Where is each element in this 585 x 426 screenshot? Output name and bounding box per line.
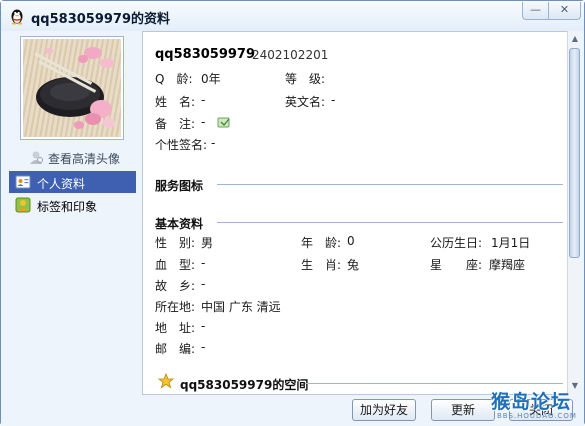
avatar[interactable] bbox=[23, 39, 121, 137]
close-icon: ✕ bbox=[559, 3, 570, 16]
close-window-button[interactable]: ✕ bbox=[548, 2, 581, 20]
sidebar-item-personal-info[interactable]: 个人资料 bbox=[9, 171, 136, 193]
location-label: 所在地: bbox=[155, 300, 196, 314]
vertical-scrollbar[interactable]: ▲ ▼ bbox=[567, 31, 581, 395]
signature-label: 个性签名: bbox=[155, 138, 208, 152]
gender-label: 性 别: bbox=[155, 236, 196, 250]
postcode-value: - bbox=[201, 340, 206, 354]
sidebar-item-label: 个人资料 bbox=[37, 177, 86, 191]
name-label: 姓 名: bbox=[155, 95, 196, 109]
constellation-value: 摩羯座 bbox=[489, 258, 526, 272]
birthday-label: 公历生日: bbox=[430, 236, 483, 250]
q-age-value: 0年 bbox=[201, 72, 221, 86]
sidebar-item-label: 标签和印象 bbox=[37, 200, 98, 214]
birthday-value: 1月1日 bbox=[491, 236, 531, 250]
star-icon bbox=[158, 373, 174, 389]
hometown-value: - bbox=[201, 277, 206, 291]
sidebar: 查看高清头像 个人资料 标签和印象 bbox=[6, 31, 139, 395]
refresh-button[interactable]: 更新 bbox=[431, 399, 495, 421]
watermark-text: 猴岛论坛 bbox=[491, 391, 572, 413]
section-divider bbox=[305, 383, 563, 384]
signature-value: - bbox=[211, 136, 216, 150]
minimize-button[interactable]: — bbox=[522, 2, 549, 20]
english-name-label: 英文名: bbox=[285, 95, 326, 109]
hd-avatar-icon bbox=[30, 151, 43, 164]
gender-value: 男 bbox=[201, 236, 214, 250]
blood-type-label: 血 型: bbox=[155, 258, 196, 272]
blood-type-value: - bbox=[201, 256, 206, 270]
sidebar-item-tags-impressions[interactable]: 标签和印象 bbox=[9, 194, 136, 216]
address-value: - bbox=[201, 319, 206, 333]
remark-label: 备 注: bbox=[155, 117, 196, 131]
section-space-link[interactable]: qq583059979的空间 bbox=[180, 376, 308, 393]
address-label: 地 址: bbox=[155, 321, 196, 335]
remark-value: - bbox=[201, 115, 206, 129]
english-name-value: - bbox=[331, 93, 336, 107]
postcode-label: 邮 编: bbox=[155, 342, 196, 356]
section-basic-info: 基本资料 bbox=[155, 217, 204, 231]
nickname: qq583059979 bbox=[155, 47, 256, 62]
scroll-up-icon[interactable]: ▲ bbox=[569, 33, 581, 45]
add-friend-button[interactable]: 加为好友 bbox=[352, 399, 416, 421]
location-value: 中国 广东 清远 bbox=[201, 300, 281, 314]
edit-remark-icon[interactable] bbox=[217, 117, 231, 129]
age-label: 年 龄: bbox=[301, 236, 342, 250]
zodiac-label: 生 肖: bbox=[301, 258, 342, 272]
title-bar[interactable]: qq583059979的资料 — ✕ bbox=[1, 1, 584, 31]
hometown-label: 故 乡: bbox=[155, 279, 196, 293]
scrollbar-thumb[interactable] bbox=[569, 48, 580, 258]
profile-content[interactable]: qq583059979 2402102201 Q 龄: 0年 等 级: 姓 名:… bbox=[142, 31, 580, 395]
section-divider bbox=[217, 222, 563, 223]
level-label: 等 级: bbox=[285, 72, 326, 86]
qq-number: 2402102201 bbox=[252, 48, 329, 62]
avatar-frame[interactable] bbox=[20, 36, 124, 140]
avatar-image bbox=[34, 47, 115, 129]
name-value: - bbox=[201, 93, 206, 107]
zodiac-value: 兔 bbox=[347, 258, 360, 272]
watermark-url: BBS.HOUDAO.COM bbox=[497, 412, 577, 420]
q-age-label: Q 龄: bbox=[155, 72, 193, 86]
section-divider bbox=[217, 184, 563, 185]
age-value: 0 bbox=[347, 234, 355, 248]
view-hd-avatar-label: 查看高清头像 bbox=[48, 152, 121, 166]
profile-window: qq583059979的资料 — ✕ 查看高清头像 个人资料 标签和印象 qq5… bbox=[0, 0, 585, 426]
forum-watermark: 猴岛论坛 BBS.HOUDAO.COM bbox=[491, 387, 583, 425]
section-service-icons: 服务图标 bbox=[155, 179, 204, 193]
minimize-icon: — bbox=[530, 3, 541, 16]
tag-impression-icon bbox=[15, 197, 31, 213]
profile-card-icon bbox=[15, 175, 31, 189]
window-title: qq583059979的资料 bbox=[31, 12, 171, 27]
constellation-label: 星 座: bbox=[430, 258, 483, 272]
qq-penguin-icon bbox=[11, 9, 23, 25]
